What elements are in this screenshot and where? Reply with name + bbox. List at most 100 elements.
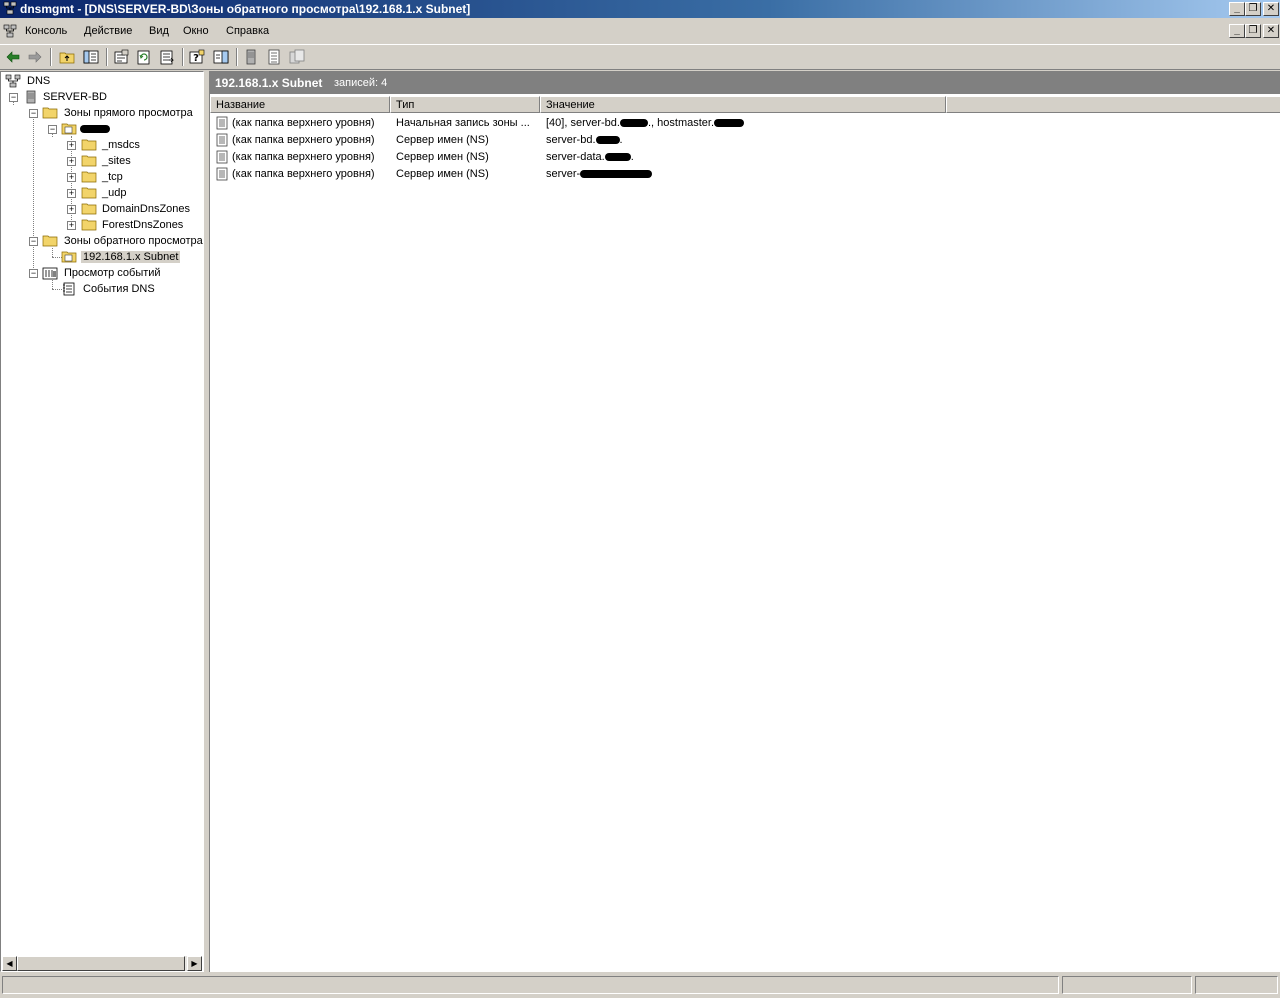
column-header-type[interactable]: Тип	[390, 96, 540, 113]
redacted-text	[580, 170, 653, 179]
export-list-icon[interactable]	[158, 48, 176, 66]
record-type: Сервер имен (NS)	[396, 168, 489, 180]
record-value: server-data..	[546, 151, 634, 163]
menu-help[interactable]: Справка	[226, 25, 269, 37]
tree-line	[33, 112, 34, 272]
toolbar: ?	[0, 44, 1280, 70]
refresh-icon[interactable]	[135, 48, 153, 66]
server-icon[interactable]	[242, 48, 260, 66]
record-icon	[216, 133, 228, 147]
record-name: (как папка верхнего уровня)	[232, 168, 375, 180]
zone-icon	[61, 251, 77, 263]
redacted-text	[595, 136, 620, 145]
folder-icon	[81, 203, 97, 215]
expand-icon[interactable]: +	[67, 189, 76, 198]
details-header: 192.168.1.x Subnet записей: 4	[210, 72, 1280, 94]
up-folder-icon[interactable]	[58, 48, 76, 66]
collapse-icon[interactable]: −	[29, 109, 38, 118]
folder-icon	[81, 187, 97, 199]
table-row[interactable]: (как папка верхнего уровня) Сервер имен …	[210, 149, 1280, 166]
record-value: server-	[546, 168, 653, 180]
column-headers: Название Тип Значение	[210, 96, 1280, 113]
properties-icon[interactable]	[112, 48, 130, 66]
record-type: Сервер имен (NS)	[396, 151, 489, 163]
redacted-text	[714, 119, 745, 128]
record-name: (как папка верхнего уровня)	[232, 134, 375, 146]
table-row[interactable]: (как папка верхнего уровня) Начальная за…	[210, 115, 1280, 132]
svg-text:?: ?	[193, 53, 199, 64]
folder-icon	[42, 107, 58, 119]
expand-icon[interactable]: +	[67, 157, 76, 166]
expand-icon[interactable]: +	[67, 141, 76, 150]
menu-window[interactable]: Окно	[183, 25, 209, 37]
column-header-value[interactable]: Значение	[540, 96, 946, 113]
folder-icon	[81, 155, 97, 167]
scroll-left-icon[interactable]: ◀	[2, 956, 17, 971]
record-value: [40], server-bd.., hostmaster.	[546, 117, 745, 129]
status-panel-2	[1062, 976, 1192, 994]
collapse-icon[interactable]: −	[48, 125, 57, 134]
toolbar-separator	[236, 48, 238, 66]
close-button[interactable]: ✕	[1263, 2, 1279, 16]
folder-icon	[42, 235, 58, 247]
copy-icon[interactable]	[288, 48, 306, 66]
expand-icon[interactable]: +	[67, 173, 76, 182]
record-name: (как папка верхнего уровня)	[232, 117, 375, 129]
toolbar-separator	[182, 48, 184, 66]
minimize-button[interactable]: _	[1229, 2, 1245, 16]
forward-icon[interactable]	[26, 48, 44, 66]
mdi-close-button[interactable]: ✕	[1263, 24, 1279, 38]
folder-icon	[81, 171, 97, 183]
mdi-restore-button[interactable]: ❐	[1245, 24, 1261, 38]
menu-console[interactable]: Консоль	[25, 25, 67, 37]
record-count: записей: 4	[334, 77, 388, 89]
redacted-text	[619, 119, 648, 128]
record-icon	[216, 150, 228, 164]
help-icon[interactable]: ?	[188, 48, 206, 66]
tree-pane[interactable]: DNS − SERVER-BD − Зоны прямого просмотра…	[0, 71, 204, 972]
column-header-empty[interactable]	[946, 96, 1280, 113]
table-row[interactable]: (как папка верхнего уровня) Сервер имен …	[210, 132, 1280, 149]
folder-icon	[81, 139, 97, 151]
back-icon[interactable]	[4, 48, 22, 66]
console-icon[interactable]	[3, 24, 17, 38]
redacted-zone-name	[80, 125, 110, 133]
expand-icon[interactable]: +	[67, 221, 76, 230]
table-row[interactable]: (как папка верхнего уровня) Сервер имен …	[210, 166, 1280, 183]
folder-icon	[81, 219, 97, 231]
event-log-icon	[63, 282, 75, 296]
column-header-name[interactable]: Название	[210, 96, 390, 113]
tree-horizontal-scrollbar[interactable]: ◀ ▶	[2, 956, 202, 971]
collapse-icon[interactable]: −	[9, 93, 18, 102]
collapse-icon[interactable]: −	[29, 269, 38, 278]
tree-line	[52, 248, 53, 257]
record-icon[interactable]	[265, 48, 283, 66]
status-panel-main	[2, 976, 1059, 994]
mdi-minimize-button[interactable]: _	[1229, 24, 1245, 38]
record-type: Начальная запись зоны ...	[396, 117, 530, 129]
record-icon	[216, 116, 228, 130]
redacted-text	[604, 153, 631, 162]
menu-view[interactable]: Вид	[149, 25, 169, 37]
server-icon	[26, 90, 36, 104]
collapse-icon[interactable]: −	[29, 237, 38, 246]
toolbar-separator	[106, 48, 108, 66]
expand-icon[interactable]: +	[67, 205, 76, 214]
action-pane-icon[interactable]	[212, 48, 230, 66]
status-panel-3	[1195, 976, 1278, 994]
record-name: (как папка верхнего уровня)	[232, 151, 375, 163]
toolbar-separator	[50, 48, 52, 66]
show-hide-tree-icon[interactable]	[82, 48, 100, 66]
details-pane: 192.168.1.x Subnet записей: 4 Название Т…	[209, 71, 1280, 972]
scroll-thumb[interactable]	[17, 956, 185, 971]
dns-icon	[5, 74, 21, 88]
scroll-right-icon[interactable]: ▶	[187, 956, 202, 971]
event-viewer-icon	[42, 267, 58, 280]
menu-action[interactable]: Действие	[84, 25, 132, 37]
dns-app-icon	[3, 1, 17, 15]
status-bar	[0, 974, 1280, 998]
restore-button[interactable]: ❐	[1245, 2, 1261, 16]
record-type: Сервер имен (NS)	[396, 134, 489, 146]
window-title: dnsmgmt - [DNS\SERVER-BD\Зоны обратного …	[20, 2, 471, 16]
record-icon	[216, 167, 228, 181]
